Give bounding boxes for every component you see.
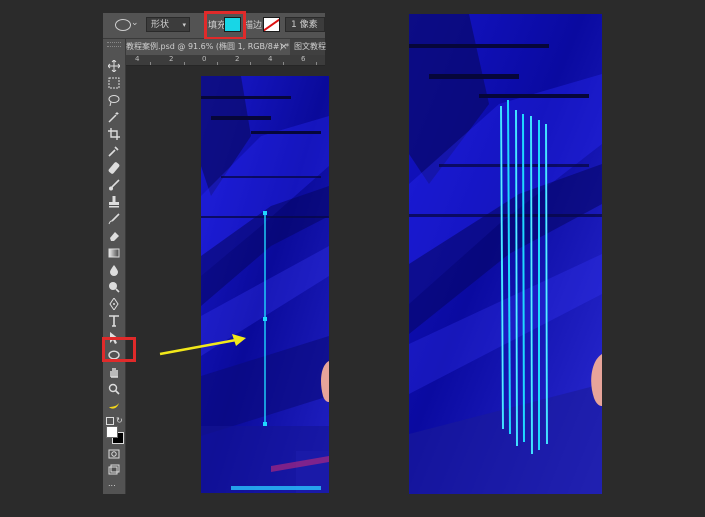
healing-brush-icon[interactable] xyxy=(106,161,122,175)
document-canvas[interactable] xyxy=(201,76,329,493)
document-tab-bar: 教程案例.psd @ 91.6% (椭圆 1, RGB/8#) * × 图文教程 xyxy=(122,39,326,55)
crop-icon[interactable] xyxy=(106,127,122,141)
blur-icon[interactable] xyxy=(106,263,122,277)
clone-stamp-icon[interactable] xyxy=(106,195,122,209)
chevron-down-icon: ▾ xyxy=(182,21,186,29)
result-preview xyxy=(409,14,602,494)
ruler-label: 2 xyxy=(235,55,240,63)
tab-document-second[interactable]: 图文教程 xyxy=(294,39,326,55)
stroke-label: 描边: xyxy=(244,21,266,31)
tab-document-active[interactable]: 教程案例.psd @ 91.6% (椭圆 1, RGB/8#) * xyxy=(122,39,290,55)
chevron-down-icon[interactable]: ⌄ xyxy=(131,18,139,28)
type-icon[interactable] xyxy=(106,314,122,328)
swap-colors-icon[interactable]: ↻ xyxy=(116,416,123,425)
panel-grip[interactable] xyxy=(107,42,121,47)
ellipse-preset-icon[interactable] xyxy=(115,19,131,31)
ruler-label: 2 xyxy=(169,55,174,63)
default-colors-icon[interactable] xyxy=(106,417,114,425)
edit-toolbar-icon[interactable]: ... xyxy=(108,479,116,488)
dodge-icon[interactable] xyxy=(106,280,122,294)
stroke-color-swatch[interactable] xyxy=(263,17,280,32)
fill-highlight-box xyxy=(204,11,246,40)
eraser-icon[interactable] xyxy=(106,229,122,243)
hand-icon[interactable] xyxy=(106,365,122,379)
lasso-icon[interactable] xyxy=(106,93,122,107)
tools-panel: ↻ ... xyxy=(103,39,126,494)
move-icon[interactable] xyxy=(106,59,122,73)
banana-icon[interactable] xyxy=(106,399,122,413)
quick-mask-icon[interactable] xyxy=(106,447,122,461)
result-artwork xyxy=(409,14,602,494)
eyedropper-icon[interactable] xyxy=(106,144,122,158)
gradient-icon[interactable] xyxy=(106,246,122,260)
screen-mode-icon[interactable] xyxy=(106,463,122,477)
history-brush-icon[interactable] xyxy=(106,212,122,226)
foreground-color-swatch[interactable] xyxy=(106,426,118,438)
ellipse-tool-highlight-box xyxy=(102,337,136,362)
shape-mode-select[interactable]: 形状 ▾ xyxy=(146,17,190,32)
marquee-icon[interactable] xyxy=(106,76,122,90)
canvas-artwork xyxy=(201,76,329,493)
zoom-icon[interactable] xyxy=(106,382,122,396)
pen-icon[interactable] xyxy=(106,297,122,311)
pointer-arrow xyxy=(159,334,246,356)
ruler-label: 6 xyxy=(301,55,306,63)
ruler-label: 0 xyxy=(202,55,207,63)
ruler-label: 4 xyxy=(135,55,140,63)
horizontal-ruler: 4 2 0 2 4 6 xyxy=(122,55,325,66)
stroke-width-field[interactable]: 1 像素 xyxy=(285,17,325,32)
magic-wand-icon[interactable] xyxy=(106,110,122,124)
brush-icon[interactable] xyxy=(106,178,122,192)
close-icon[interactable]: × xyxy=(280,39,288,55)
shape-mode-value: 形状 xyxy=(151,20,170,30)
ruler-label: 4 xyxy=(268,55,273,63)
